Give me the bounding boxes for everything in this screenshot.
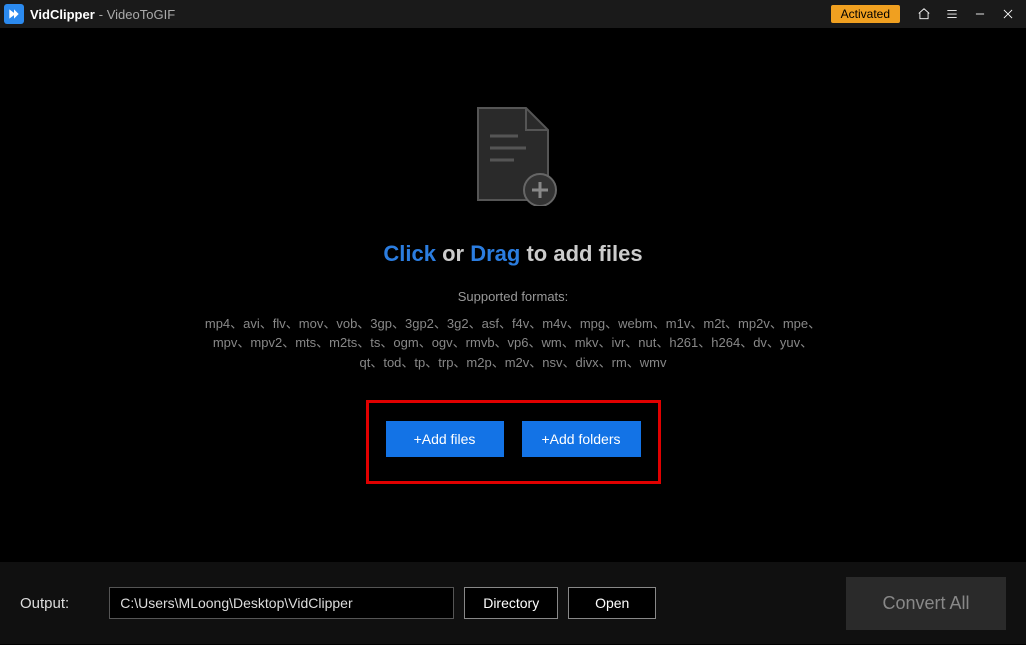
menu-icon[interactable]: [940, 2, 964, 26]
drag-word: Drag: [470, 241, 520, 266]
titlebar: VidClipper - VideoToGIF Activated: [0, 0, 1026, 28]
rest-text: to add files: [520, 241, 642, 266]
add-buttons-highlight: +Add files +Add folders: [366, 400, 661, 484]
app-subtitle: - VideoToGIF: [99, 7, 175, 22]
activated-badge: Activated: [831, 5, 900, 23]
add-files-button[interactable]: +Add files: [386, 421, 504, 457]
click-word: Click: [383, 241, 436, 266]
open-button[interactable]: Open: [568, 587, 656, 619]
minimize-icon[interactable]: [968, 2, 992, 26]
supported-formats-label: Supported formats:: [458, 289, 569, 304]
output-path-input[interactable]: [109, 587, 454, 619]
footer-bar: Output: Directory Open Convert All: [0, 562, 1026, 644]
home-icon[interactable]: [912, 2, 936, 26]
app-logo: [4, 4, 24, 24]
formats-list: mp4、avi、flv、mov、vob、3gp、3gp2、3g2、asf、f4v…: [203, 314, 823, 373]
close-icon[interactable]: [996, 2, 1020, 26]
app-title: VidClipper: [30, 7, 95, 22]
main-drop-area[interactable]: Click or Drag to add files Supported for…: [0, 28, 1026, 562]
directory-button[interactable]: Directory: [464, 587, 558, 619]
file-add-icon: [468, 106, 558, 211]
click-drag-text: Click or Drag to add files: [383, 241, 642, 267]
output-label: Output:: [20, 595, 69, 612]
or-word: or: [436, 241, 470, 266]
convert-all-button[interactable]: Convert All: [846, 577, 1006, 630]
add-folders-button[interactable]: +Add folders: [522, 421, 641, 457]
